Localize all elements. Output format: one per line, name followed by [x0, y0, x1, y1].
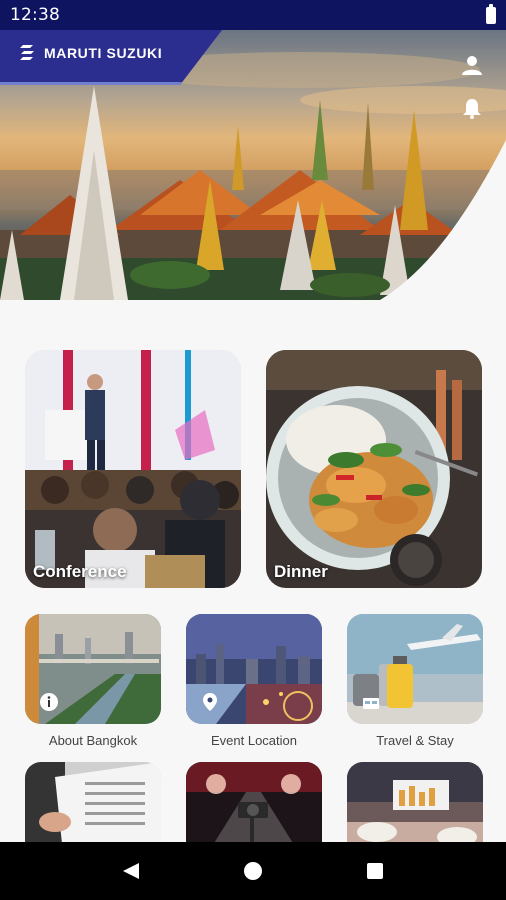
home-screen: 12:38 MARUTI SUZUKI Conference Dinner Ab…: [0, 0, 506, 900]
recents-square-icon[interactable]: [360, 856, 390, 886]
info-icon: [40, 693, 58, 711]
brand-name: MARUTI SUZUKI: [44, 45, 163, 61]
location-pin-icon: [203, 693, 217, 711]
dinner-label: Dinner: [274, 562, 328, 581]
status-bar: 12:38: [0, 0, 506, 30]
conference-label: Conference: [33, 562, 127, 581]
suzuki-s-icon: [20, 45, 34, 60]
conference-hall-photo: [25, 350, 241, 588]
hotel-icon: [363, 698, 379, 709]
bell-icon[interactable]: [459, 95, 485, 121]
user-icon[interactable]: [459, 52, 485, 78]
back-triangle-icon[interactable]: [116, 856, 146, 886]
brand-logo: MARUTI SUZUKI: [18, 44, 162, 62]
status-time: 12:38: [10, 5, 60, 25]
about-bangkok-tile[interactable]: [25, 614, 161, 724]
battery-full-icon: [486, 3, 496, 24]
event-location-label: Event Location: [210, 733, 297, 748]
travel-stay-tile[interactable]: [347, 614, 483, 724]
event-location-tile[interactable]: [186, 614, 322, 724]
travel-stay-label: Travel & Stay: [376, 733, 454, 748]
system-navigation-bar: [0, 842, 506, 900]
conference-tile[interactable]: Conference: [25, 350, 241, 588]
dinner-tile[interactable]: Dinner: [266, 350, 482, 588]
home-circle-icon[interactable]: [238, 856, 268, 886]
thai-curry-dish-photo: [266, 350, 482, 588]
about-bangkok-label: About Bangkok: [48, 733, 138, 748]
